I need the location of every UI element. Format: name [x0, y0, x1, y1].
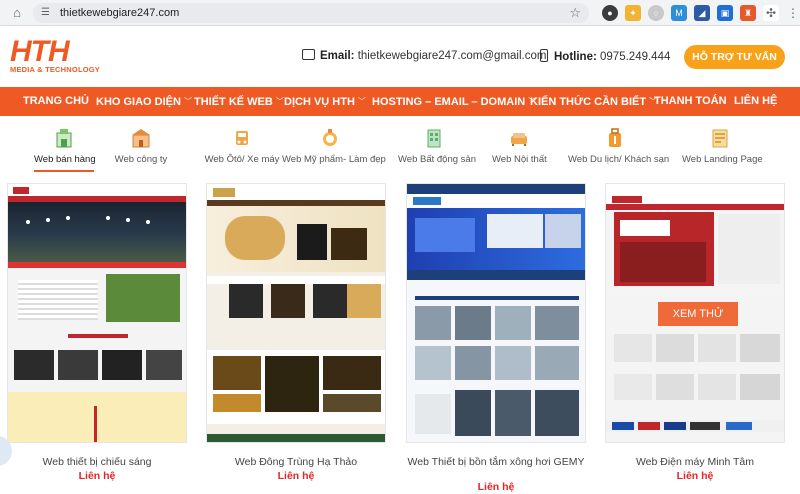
nav-item-home[interactable]: TRANG CHỦ [23, 87, 89, 116]
nav-item-contact[interactable]: LIÊN HỆ [734, 87, 777, 116]
sofa-icon [511, 133, 527, 146]
extensions-puzzle-icon[interactable]: ✣ [763, 5, 779, 21]
hotline-contact[interactable]: Hotline: 0975.249.444 [540, 49, 670, 64]
nav-label: LIÊN HỆ [734, 95, 778, 107]
product-card[interactable]: Web Thiết bị bồn tắm xông hơi GEMY Liên … [406, 183, 586, 494]
extension-icon[interactable]: ♜ [740, 5, 756, 21]
site-settings-icon[interactable]: ☰ [41, 6, 55, 20]
nav-label: DỊCH VỤ HTH [284, 96, 355, 108]
nav-item-hosting[interactable]: HOSTING – EMAIL – DOMAIN ﹀ [372, 87, 536, 116]
tab-label: Web bán hàng [34, 154, 96, 165]
chevron-down-icon: ﹀ [357, 97, 366, 106]
shop-icon [56, 129, 72, 148]
envelope-icon [302, 49, 315, 60]
tab-label: Web Ôtô/ Xe máy [204, 154, 280, 165]
hotline-value: 0975.249.444 [600, 51, 671, 63]
building-icon [427, 129, 441, 148]
home-icon[interactable]: ⌂ [9, 5, 25, 21]
product-thumbnail[interactable] [206, 183, 386, 443]
luggage-icon [609, 128, 621, 147]
hotline-label: Hotline: [554, 51, 597, 63]
company-icon [132, 129, 150, 148]
extension-icon[interactable]: ◢ [694, 5, 710, 21]
tab-label: Web Nội thất [492, 154, 547, 165]
bookmark-star-icon[interactable]: ☆ [569, 5, 581, 21]
preview-button[interactable]: XEM THỬ [658, 302, 738, 326]
product-price: Liên hệ [477, 481, 515, 493]
tab-web-landing-page[interactable]: Web Landing Page [682, 125, 763, 175]
product-card[interactable]: Web Đông Trùng Hạ Thảo Liên hệ [206, 183, 386, 494]
address-url[interactable]: thietkewebgiare247.com [60, 6, 179, 20]
tab-label: Web công ty [114, 154, 168, 165]
product-price: Liên hệ [78, 470, 116, 482]
nav-label: THIẾT KẾ WEB [194, 96, 273, 108]
extension-icon[interactable]: ○ [648, 5, 664, 21]
nav-item-services[interactable]: DỊCH VỤ HTH ﹀ [284, 87, 366, 116]
extension-icon[interactable]: ▣ [717, 5, 733, 21]
site-logo[interactable]: HTH MEDIA & TECHNOLOGY [10, 37, 102, 75]
tab-label: Web Landing Page [682, 154, 763, 165]
landing-page-icon [712, 129, 728, 148]
product-price: Liên hệ [676, 470, 714, 482]
product-thumbnail[interactable] [7, 183, 187, 443]
email-label: Email: [320, 50, 355, 62]
nav-label: KHO GIAO DIỆN [96, 96, 181, 108]
tab-label: Web Du lịch/ Khách sạn [568, 154, 670, 165]
product-card[interactable]: XEM THỬ Web Điện máy Minh Tâm Liên hệ [605, 183, 785, 494]
site-header: HTH MEDIA & TECHNOLOGY Email: thietkeweb… [0, 27, 800, 87]
browser-toolbar: ⌂ ☰ thietkewebgiare247.com ☆ ● ✦ ○ M ◢ ▣… [0, 0, 800, 26]
product-title[interactable]: Web Điện máy Minh Tâm [605, 456, 785, 469]
car-icon [236, 131, 248, 145]
product-title[interactable]: Web Thiết bị bồn tắm xông hơi GEMY [406, 456, 586, 469]
tab-web-cong-ty[interactable]: Web công ty [113, 125, 169, 175]
tab-label: Web Mỹ phẩm- Làm đẹp [282, 154, 386, 165]
logo-text: HTH [10, 35, 70, 68]
nav-item-payment[interactable]: THANH TOÁN [654, 87, 727, 116]
cosmetics-icon [323, 129, 337, 146]
menu-dots-icon[interactable]: ⋮ [785, 5, 800, 21]
email-value: thietkewebgiare247.com@gmail.com [357, 50, 547, 62]
tab-label: Web Bất động sản [398, 154, 476, 165]
extension-icon[interactable]: ✦ [625, 5, 641, 21]
tab-web-my-pham[interactable]: Web Mỹ phẩm- Làm đẹp [282, 125, 386, 175]
tab-web-oto-xe-may[interactable]: Web Ôtô/ Xe máy [196, 125, 288, 175]
product-thumbnail[interactable] [406, 183, 586, 443]
nav-label: HOSTING – EMAIL – DOMAIN [372, 96, 526, 108]
product-thumbnail[interactable]: XEM THỬ [605, 183, 785, 443]
tab-web-noi-that[interactable]: Web Nội thất [492, 125, 547, 175]
nav-label: THANH TOÁN [654, 95, 727, 107]
nav-item-templates[interactable]: KHO GIAO DIỆN ﹀ [96, 87, 192, 116]
category-tabs: Web bán hàng Web công ty Web Ôtô/ Xe máy… [0, 125, 800, 175]
tab-web-ban-hang[interactable]: Web bán hàng [34, 125, 96, 175]
tab-web-bat-dong-san[interactable]: Web Bất động sản [398, 125, 476, 175]
nav-item-web-design[interactable]: THIẾT KẾ WEB ﹀ [194, 87, 284, 116]
active-tab-underline [34, 170, 94, 172]
chevron-down-icon: ﹀ [183, 97, 192, 106]
support-button[interactable]: HỖ TRỢ TƯ VẤN [684, 45, 785, 69]
profile-extension-icon[interactable]: ● [602, 5, 618, 21]
tab-web-du-lich[interactable]: Web Du lịch/ Khách sạn [568, 125, 670, 175]
product-title[interactable]: Web thiết bị chiếu sáng [7, 456, 187, 469]
product-card[interactable]: Web thiết bị chiếu sáng Liên hệ [7, 183, 187, 494]
phone-icon [540, 49, 548, 62]
product-price: Liên hệ [277, 470, 315, 482]
extension-icon[interactable]: M [671, 5, 687, 21]
address-bar[interactable]: ☰ thietkewebgiare247.com ☆ [33, 3, 589, 23]
logo-subtitle: MEDIA & TECHNOLOGY [10, 65, 100, 74]
product-title[interactable]: Web Đông Trùng Hạ Thảo [206, 456, 386, 469]
nav-label: KIẾN THỨC CẦN BIẾT [530, 96, 647, 108]
email-contact[interactable]: Email: thietkewebgiare247.com@gmail.com [302, 49, 546, 63]
chevron-down-icon: ﹀ [275, 97, 284, 106]
main-nav: TRANG CHỦ KHO GIAO DIỆN ﹀ THIẾT KẾ WEB ﹀ D… [0, 87, 800, 116]
nav-label: TRANG CHỦ [23, 95, 89, 107]
nav-item-knowledge[interactable]: KIẾN THỨC CẦN BIẾT ﹀ [530, 87, 657, 116]
